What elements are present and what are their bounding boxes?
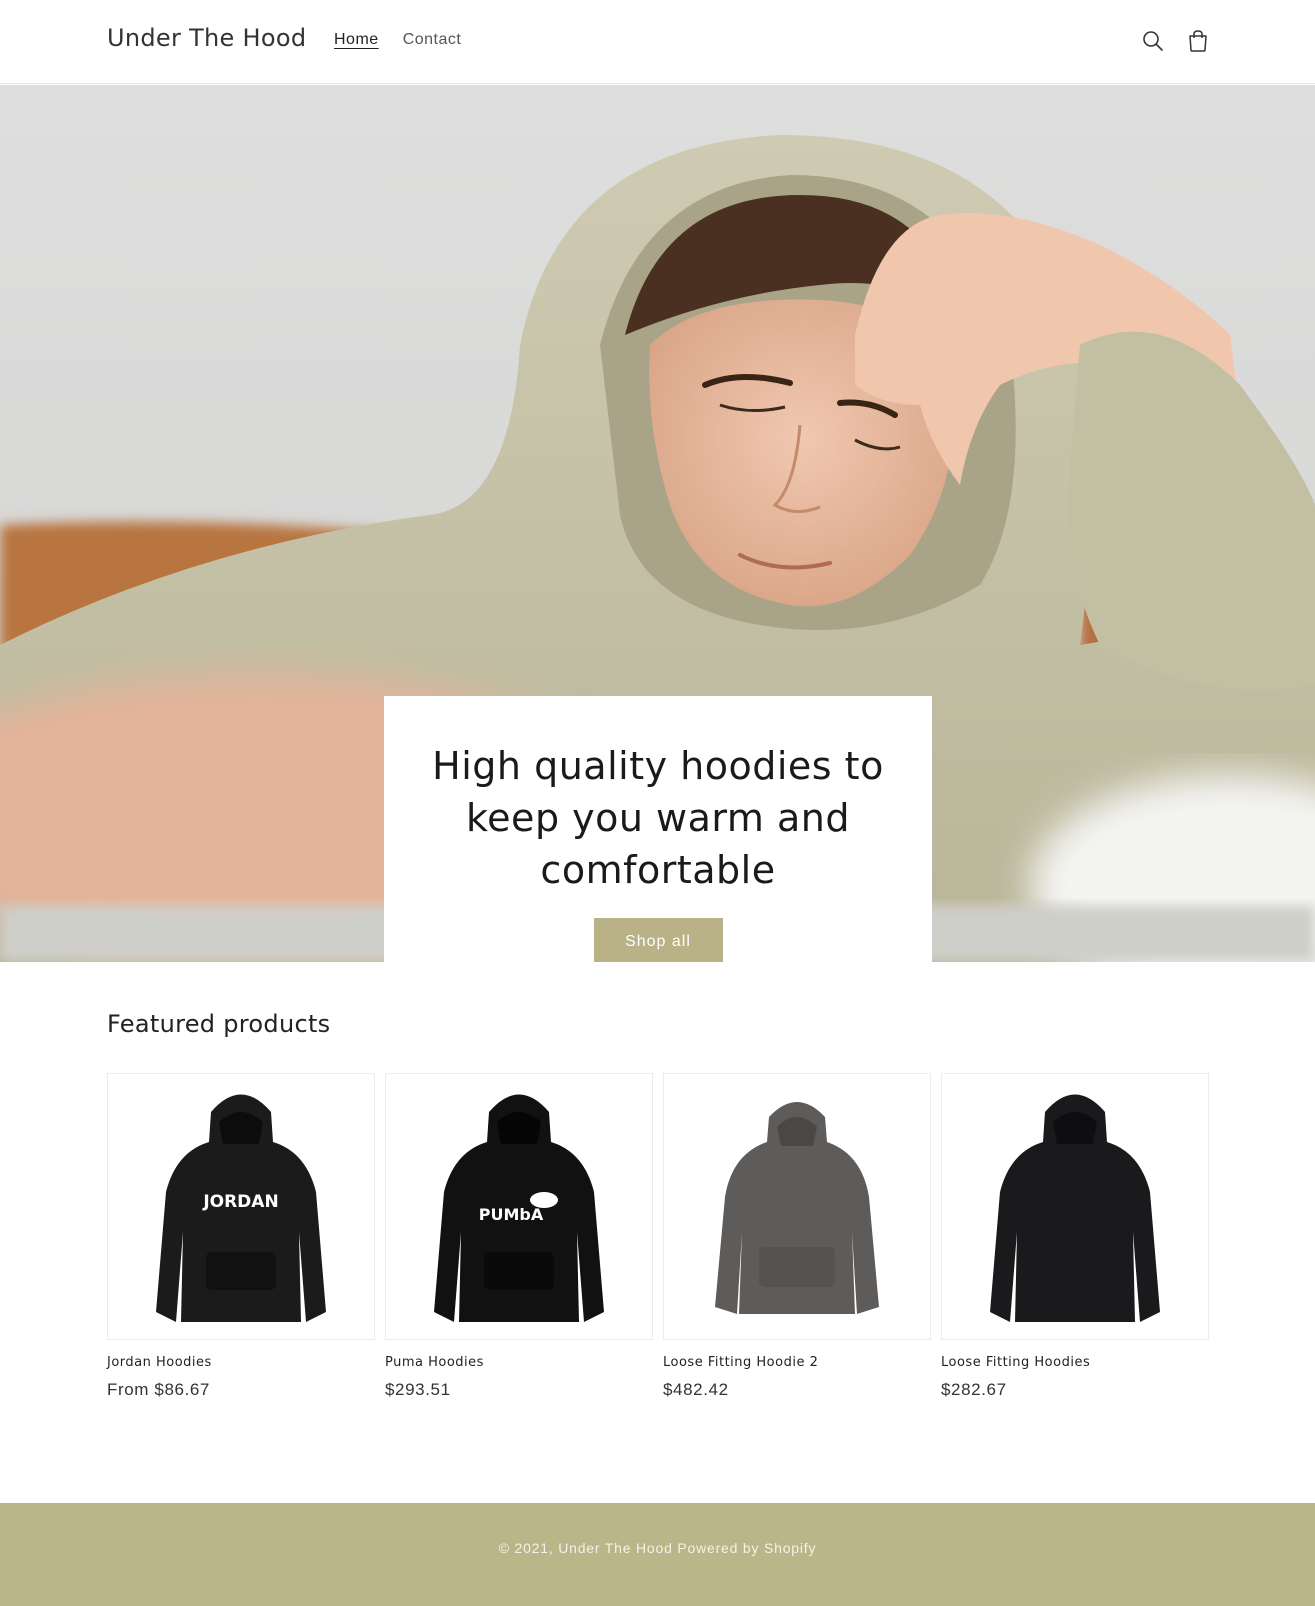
featured-products-heading: Featured products — [107, 1010, 331, 1038]
hero-heading: High quality hoodies to keep you warm an… — [432, 744, 884, 892]
powered-by-shopify-link[interactable]: Powered by Shopify — [677, 1540, 816, 1556]
nav-link-contact[interactable]: Contact — [403, 31, 462, 49]
hoodie-image — [990, 1094, 1160, 1322]
footer-copyright-link[interactable]: © 2021, Under The Hood — [499, 1540, 673, 1556]
footer-text: © 2021, Under The Hood Powered by Shopif… — [499, 1540, 817, 1556]
site-footer: © 2021, Under The Hood Powered by Shopif… — [0, 1503, 1315, 1606]
hero-text-box: High quality hoodies to keep you warm an… — [384, 696, 932, 962]
hoodie-image — [715, 1101, 879, 1314]
product-price: $282.67 — [941, 1380, 1007, 1399]
cart-button[interactable] — [1183, 26, 1213, 56]
product-logo-text: PUMbA — [479, 1205, 544, 1224]
product-card[interactable]: PUMbA Puma Hoodies $293.51 — [385, 1073, 653, 1400]
main-nav: Home Contact — [334, 31, 461, 49]
product-logo-text: JORDAN — [202, 1192, 278, 1212]
product-name[interactable]: Loose Fitting Hoodies — [941, 1355, 1209, 1370]
product-image[interactable] — [941, 1073, 1209, 1340]
shop-all-button[interactable]: Shop all — [593, 918, 723, 962]
site-logo[interactable]: Under The Hood — [107, 24, 306, 52]
product-name[interactable]: Puma Hoodies — [385, 1355, 653, 1370]
hero-banner: High quality hoodies to keep you warm an… — [0, 85, 1315, 962]
product-price: From $86.67 — [107, 1380, 210, 1399]
product-card[interactable]: Loose Fitting Hoodie 2 $482.42 — [663, 1073, 931, 1400]
cart-icon — [1189, 30, 1207, 52]
product-image[interactable]: PUMbA — [385, 1073, 653, 1340]
product-name[interactable]: Jordan Hoodies — [107, 1355, 375, 1370]
product-image[interactable]: JORDAN — [107, 1073, 375, 1340]
search-button[interactable] — [1138, 26, 1168, 56]
hoodie-image: JORDAN — [156, 1094, 326, 1322]
product-card[interactable]: JORDAN Jordan Hoodies From $86.67 — [107, 1073, 375, 1400]
product-price: $482.42 — [663, 1380, 729, 1399]
hoodie-image: PUMbA — [434, 1094, 604, 1322]
product-card[interactable]: Loose Fitting Hoodies $282.67 — [941, 1073, 1209, 1400]
product-price: $293.51 — [385, 1380, 451, 1399]
search-icon — [1143, 31, 1163, 51]
site-header: Under The Hood Home Contact — [0, 0, 1315, 84]
product-image[interactable] — [663, 1073, 931, 1340]
product-name[interactable]: Loose Fitting Hoodie 2 — [663, 1355, 931, 1370]
nav-link-home[interactable]: Home — [334, 31, 379, 49]
